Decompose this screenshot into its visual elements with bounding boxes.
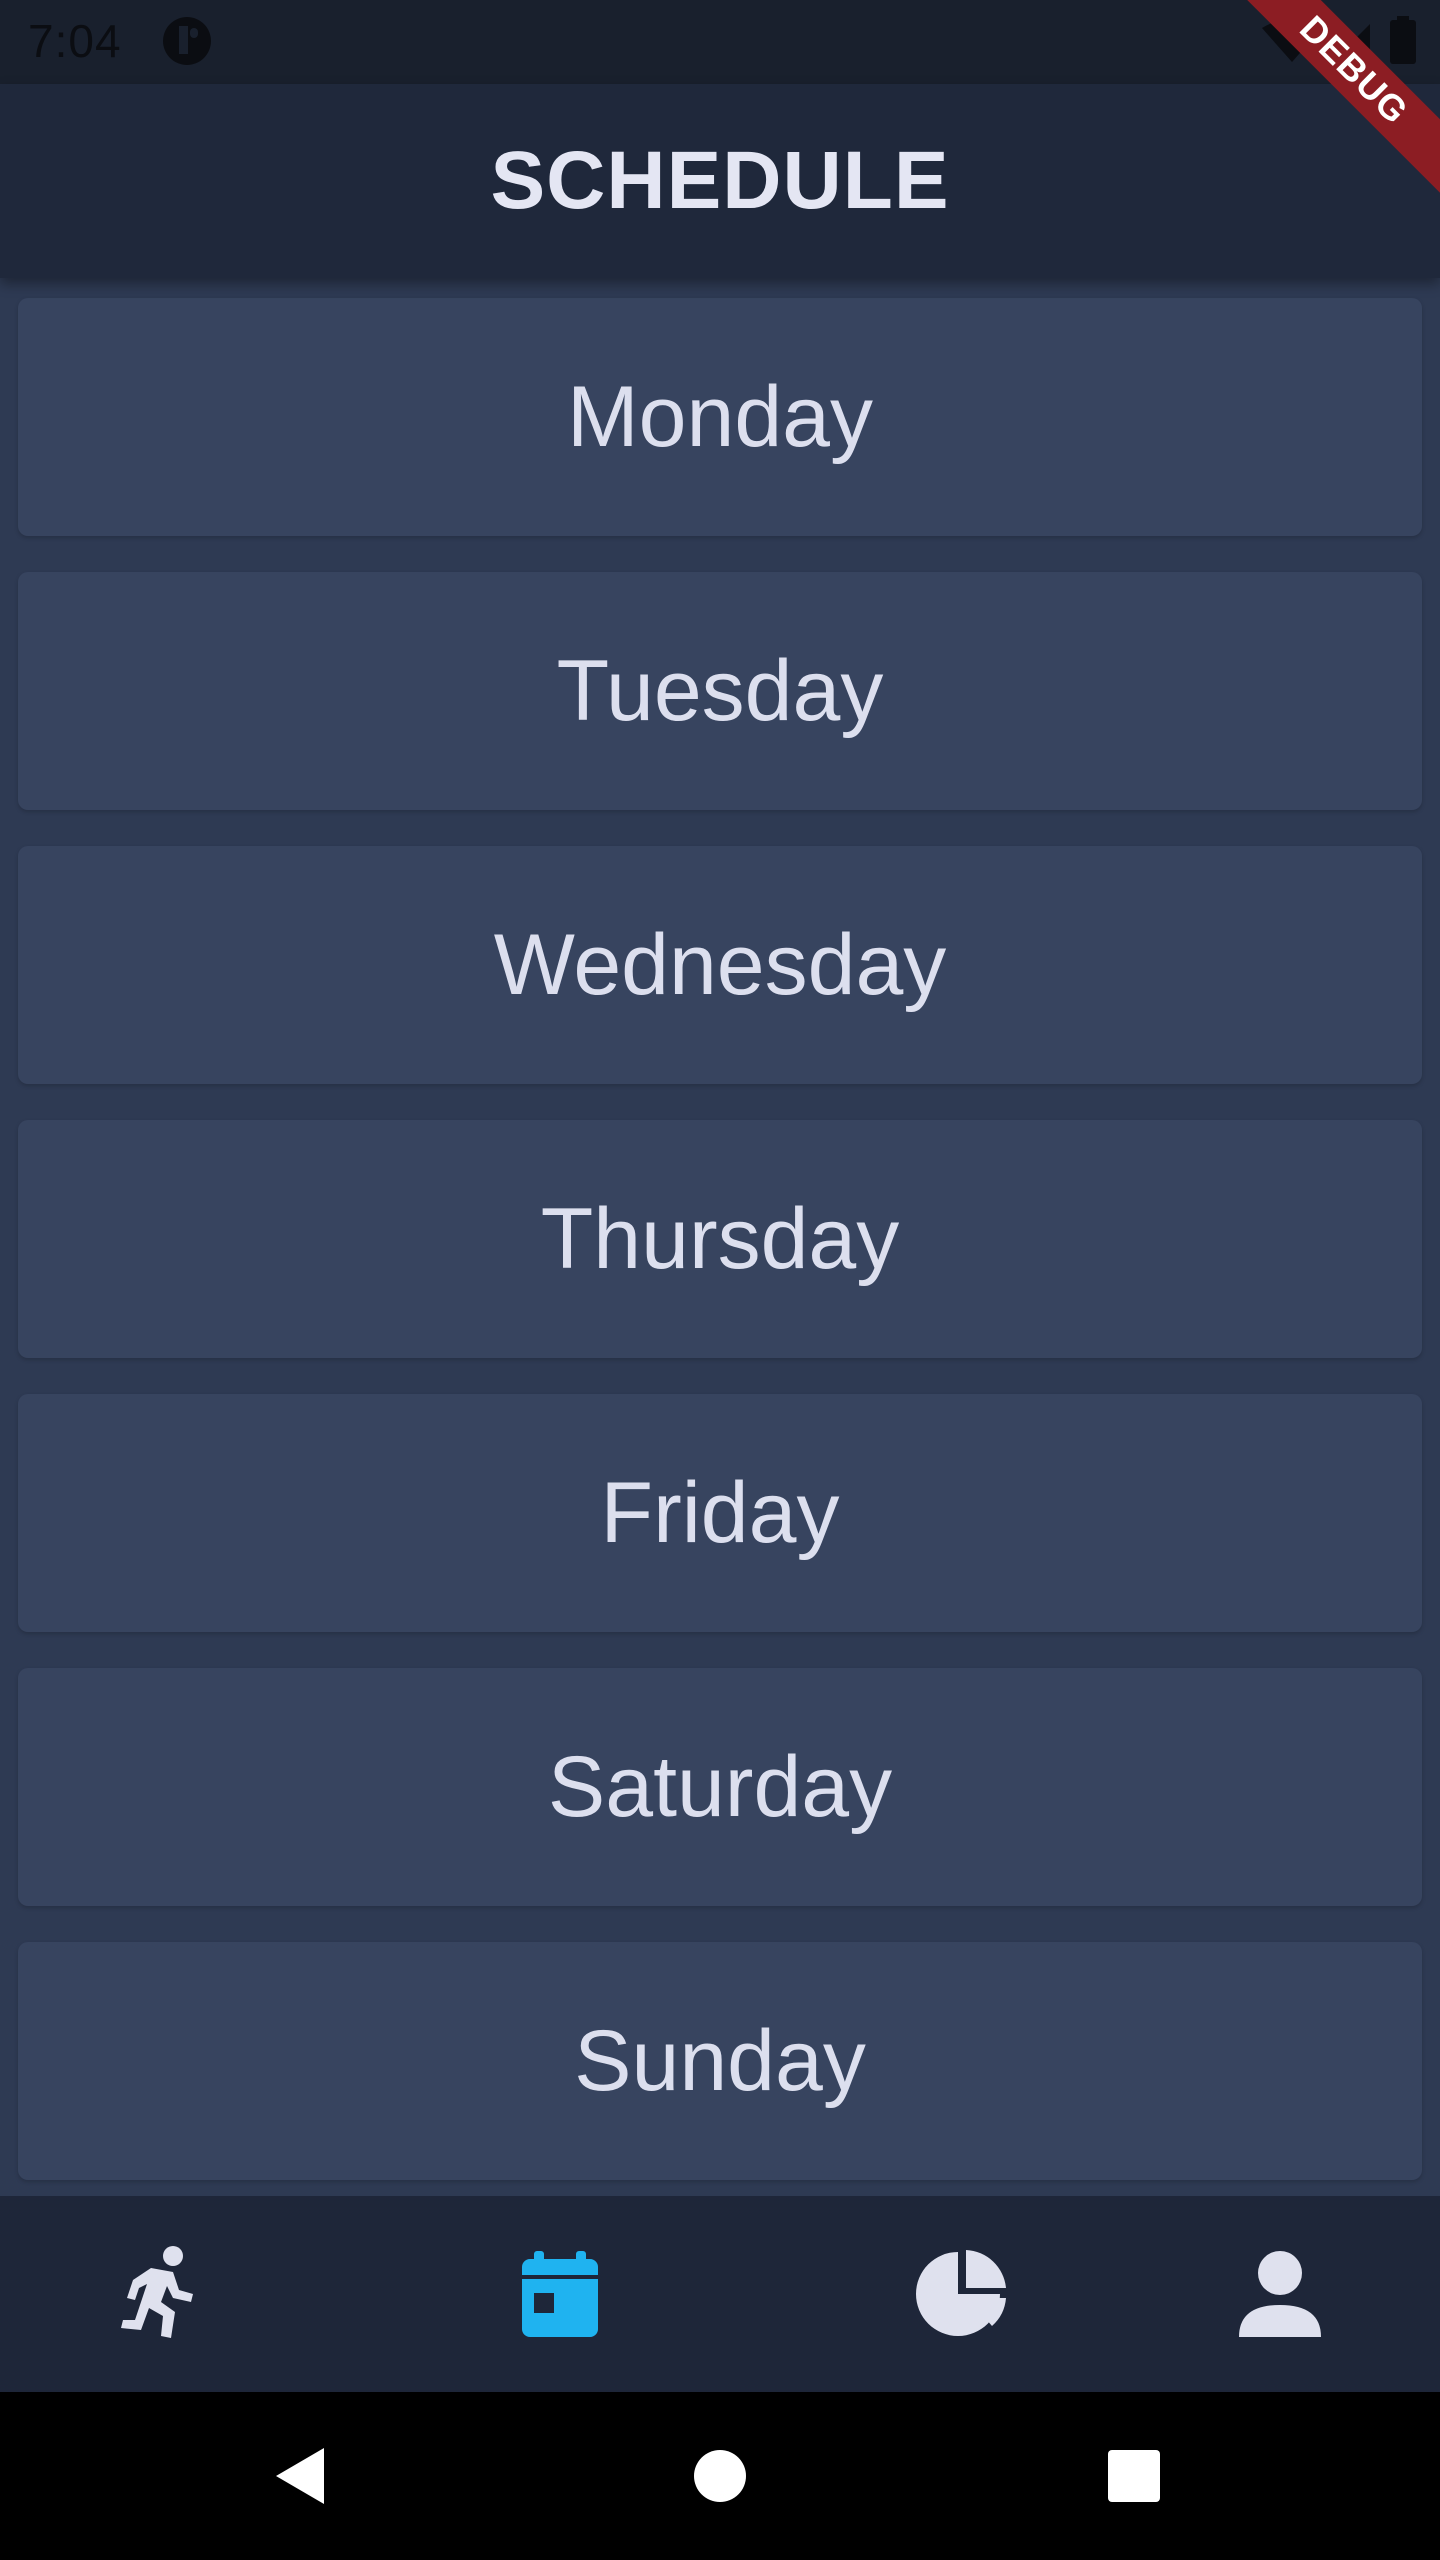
day-card-friday[interactable]: Friday — [18, 1394, 1422, 1632]
home-icon — [694, 2450, 746, 2502]
nav-item-activity[interactable] — [60, 2196, 260, 2392]
day-label: Tuesday — [556, 642, 884, 739]
page-title: SCHEDULE — [490, 135, 950, 226]
status-icons — [1252, 14, 1432, 70]
battery-icon — [1390, 16, 1416, 64]
nav-item-profile[interactable] — [1180, 2196, 1380, 2392]
status-time: 7:04 — [28, 15, 122, 67]
system-home-button[interactable] — [640, 2392, 800, 2560]
running-icon — [121, 2246, 193, 2338]
calendar-icon — [522, 2251, 598, 2337]
nav-item-stats[interactable] — [862, 2196, 1062, 2392]
day-card-thursday[interactable]: Thursday — [18, 1120, 1422, 1358]
pie-chart-icon — [916, 2250, 1006, 2336]
app-notification-icon — [162, 16, 212, 66]
day-label: Saturday — [547, 1738, 893, 1835]
day-card-monday[interactable]: Monday — [18, 298, 1422, 536]
day-label: Sunday — [574, 2012, 866, 2109]
day-label: Wednesday — [493, 916, 947, 1013]
day-label: Monday — [567, 368, 873, 465]
system-nav-bar — [0, 2392, 1440, 2560]
system-recents-button[interactable] — [1054, 2392, 1214, 2560]
day-card-saturday[interactable]: Saturday — [18, 1668, 1422, 1906]
day-label: Thursday — [540, 1190, 900, 1287]
back-icon — [276, 2448, 324, 2504]
day-card-wednesday[interactable]: Wednesday — [18, 846, 1422, 1084]
wifi-icon — [1262, 19, 1322, 62]
app-bar: SCHEDULE — [0, 84, 1440, 278]
day-card-sunday[interactable]: Sunday — [18, 1942, 1422, 2180]
day-card-tuesday[interactable]: Tuesday — [18, 572, 1422, 810]
recents-icon — [1108, 2450, 1160, 2502]
system-back-button[interactable] — [220, 2392, 380, 2560]
status-bar: 7:04 — [0, 0, 1440, 84]
bottom-nav — [0, 2196, 1440, 2392]
day-label: Friday — [600, 1464, 840, 1561]
person-icon — [1239, 2251, 1321, 2337]
cellular-signal-icon — [1332, 24, 1370, 62]
app-screen: 7:04 SCHEDULE DEBUG Monday Tuesday Wedne… — [0, 0, 1440, 2560]
nav-item-schedule[interactable] — [460, 2196, 660, 2392]
